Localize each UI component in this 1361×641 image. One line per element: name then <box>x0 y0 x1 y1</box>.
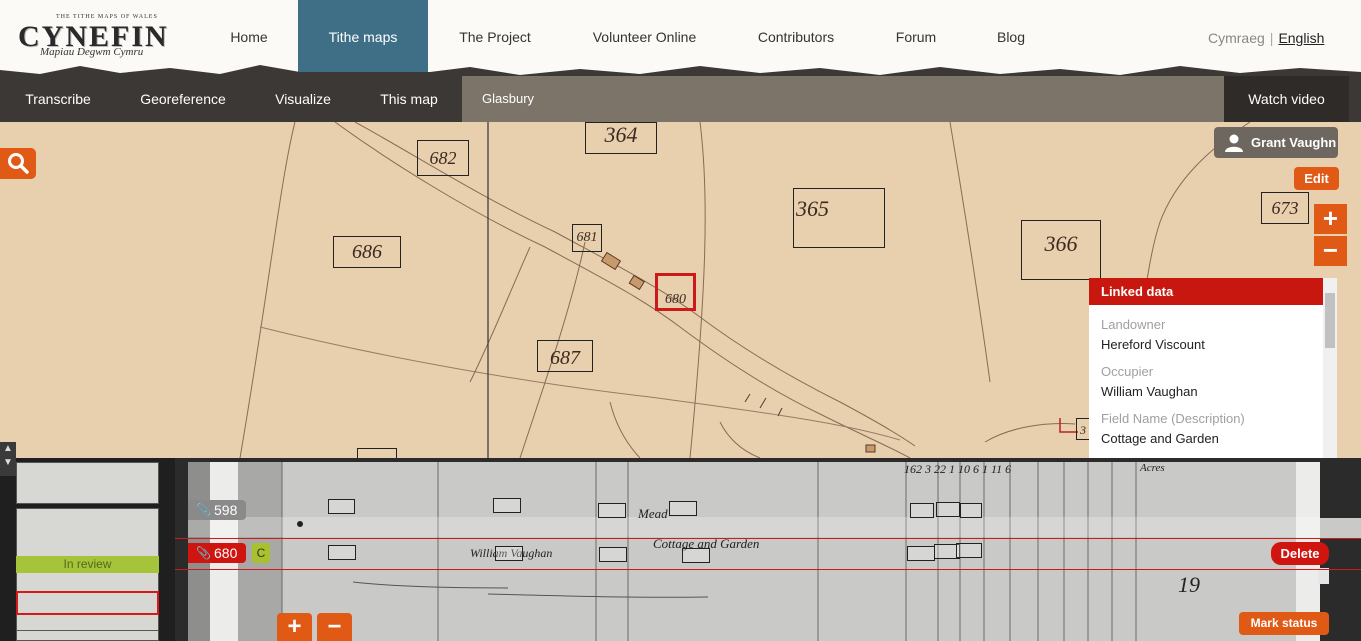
user-name: Grant Vaughn <box>1251 135 1337 150</box>
selected-row-highlight <box>175 538 1361 570</box>
row-680-tag[interactable]: 📎 680 <box>188 543 246 563</box>
page-thumbnails: In review <box>0 458 175 641</box>
landowner-label: Landowner <box>1101 317 1166 332</box>
row-598-tag[interactable]: 📎 598 <box>188 500 246 520</box>
delete-row-button[interactable]: Delete <box>1271 542 1329 565</box>
subnav-transcribe[interactable]: Transcribe <box>12 76 104 122</box>
thumbnail-page-1[interactable] <box>16 462 159 504</box>
subnav-georeference[interactable]: Georeference <box>124 76 242 122</box>
paperclip-icon: 📎 <box>196 546 211 560</box>
strip-zoom-out-button[interactable]: − <box>317 613 352 641</box>
parcel-687[interactable]: 687 <box>537 340 593 372</box>
parcel-680-selected[interactable]: 680 <box>655 273 696 311</box>
handwritten-row1-description: Mead <box>638 506 668 521</box>
nav-tithe-maps-label: Tithe maps <box>328 29 398 45</box>
thumbnail-scroll-control[interactable]: ▲ ▼ <box>0 442 16 476</box>
landowner-value: Hereford Viscount <box>1101 337 1205 352</box>
word-box[interactable] <box>910 503 934 518</box>
parcel-364[interactable]: 364 <box>585 122 657 154</box>
parcel-682[interactable]: 682 <box>417 140 469 176</box>
edit-button[interactable]: Edit <box>1294 167 1339 190</box>
row-598-number: 598 <box>214 502 238 518</box>
linked-data-panel: Linked data Landowner Hereford Viscount … <box>1089 278 1337 458</box>
word-box[interactable] <box>936 502 960 517</box>
strip-scroll-indicator[interactable] <box>1318 568 1329 584</box>
search-icon <box>8 153 29 174</box>
lang-welsh-link[interactable]: Cymraeg <box>1208 30 1265 46</box>
handwritten-side-number: 19 <box>1178 572 1200 597</box>
sub-navigation: Transcribe Georeference Visualize This m… <box>0 76 1361 122</box>
parcel-686[interactable]: 686 <box>333 236 401 268</box>
subnav-edge <box>1349 76 1361 122</box>
word-box[interactable] <box>960 503 982 518</box>
subnav-current-place: Glasbury <box>462 76 1224 122</box>
cynefin-logo[interactable]: THE TITHE MAPS OF WALES CYNEFIN Mapiau D… <box>16 14 186 64</box>
map-zoom-out-button[interactable]: − <box>1314 236 1347 266</box>
field-name-value: Cottage and Garden <box>1101 431 1219 446</box>
linked-data-header: Linked data <box>1089 278 1337 305</box>
word-box[interactable] <box>328 499 355 514</box>
handwritten-header-numbers: 162 3 22 1 10 6 1 11 6 <box>904 462 1012 476</box>
scrollbar-thumb[interactable] <box>1325 293 1335 348</box>
field-name-label: Field Name (Description) <box>1101 411 1245 426</box>
user-icon <box>1225 134 1243 152</box>
language-switcher: Cymraeg | English <box>1208 30 1324 46</box>
chevron-up-icon[interactable]: ▲ <box>0 442 16 456</box>
parcel-366[interactable]: 366 <box>1021 220 1101 280</box>
chevron-down-icon[interactable]: ▼ <box>0 456 16 470</box>
logo-subtitle: Mapiau Degwm Cymru <box>40 46 144 58</box>
site-header: THE TITHE MAPS OF WALES CYNEFIN Mapiau D… <box>0 0 1361 80</box>
user-account-button[interactable]: Grant Vaughn <box>1214 127 1338 158</box>
word-box[interactable] <box>598 503 626 518</box>
word-box[interactable] <box>669 501 697 516</box>
handwritten-header-word: Acres <box>1140 462 1165 474</box>
row-680-status-badge[interactable]: C <box>252 543 270 563</box>
watch-video-button[interactable]: Watch video <box>1224 76 1349 122</box>
thumbnail-page-3[interactable] <box>16 630 159 641</box>
subnav-visualize[interactable]: Visualize <box>262 76 344 122</box>
occupier-label: Occupier <box>1101 364 1154 379</box>
review-status-badge: In review <box>16 556 159 573</box>
parcel-681[interactable]: 681 <box>572 224 602 252</box>
row-680-number: 680 <box>214 545 238 561</box>
subnav-this-map[interactable]: This map <box>364 76 454 122</box>
strip-zoom-in-button[interactable]: + <box>277 613 312 641</box>
parcel-673[interactable]: 673 <box>1261 192 1309 224</box>
paperclip-icon: 📎 <box>196 503 211 517</box>
linked-data-scrollbar[interactable] <box>1323 278 1337 458</box>
lang-separator: | <box>1269 30 1274 46</box>
lang-english-link[interactable]: English <box>1278 30 1324 46</box>
parcel-partial[interactable] <box>357 448 397 458</box>
map-search-button[interactable] <box>0 148 36 179</box>
row-1-overflow <box>1320 518 1361 538</box>
thumbnail-selection <box>16 591 159 615</box>
parcel-365[interactable]: 365 <box>793 188 885 248</box>
occupier-value: William Vaughan <box>1101 384 1198 399</box>
mark-status-button[interactable]: Mark status <box>1239 612 1329 635</box>
word-box[interactable] <box>493 498 521 513</box>
map-zoom-in-button[interactable]: + <box>1314 204 1347 234</box>
parcel-3[interactable]: 3 <box>1076 418 1090 440</box>
